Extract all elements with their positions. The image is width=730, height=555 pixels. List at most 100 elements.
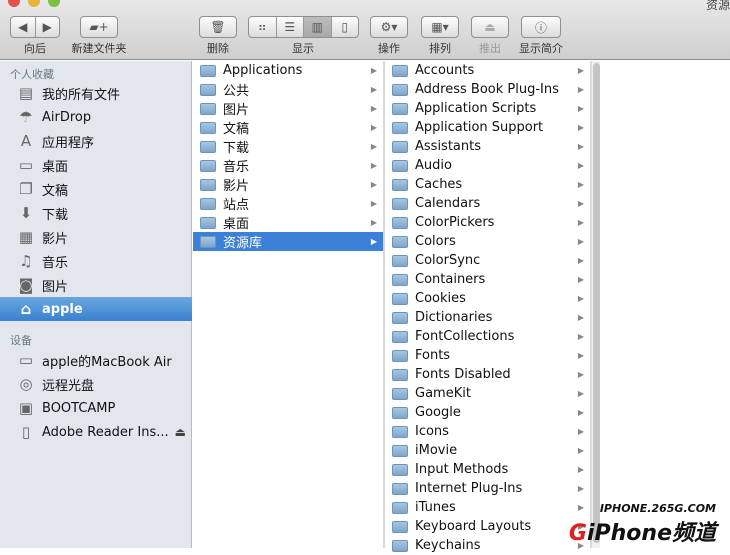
folder-icon xyxy=(200,64,216,77)
minimize-button[interactable] xyxy=(28,0,40,7)
folder-name: 图片 xyxy=(223,103,250,118)
folder-row[interactable]: iMovie ▶ xyxy=(385,441,590,460)
sidebar-item[interactable]: ▦ 影片 xyxy=(0,225,192,249)
sidebar-item-label: 音乐 xyxy=(42,255,69,271)
eject-button[interactable]: ⏏ xyxy=(471,16,509,38)
folder-icon xyxy=(392,349,408,362)
folder-name: Audio xyxy=(415,158,452,173)
column-view-button[interactable]: ▥ xyxy=(304,17,332,37)
forward-button[interactable]: ▶ xyxy=(36,17,60,37)
sidebar-item-label: 我的所有文件 xyxy=(42,87,121,103)
sidebar-item-label: 文稿 xyxy=(42,183,69,199)
folder-row[interactable]: ColorPickers ▶ xyxy=(385,213,590,232)
folder-name: FontCollections xyxy=(415,329,515,344)
arrange-button[interactable]: ▦▾ xyxy=(421,16,459,38)
new-folder-button[interactable]: ▰+ xyxy=(80,16,118,38)
folder-row[interactable]: Google ▶ xyxy=(385,403,590,422)
folder-row[interactable]: 下载 ▶ xyxy=(193,137,383,156)
sidebar-item[interactable]: ▤ 我的所有文件 xyxy=(0,81,192,105)
sidebar-item[interactable]: ♫ 音乐 xyxy=(0,249,192,273)
folder-row[interactable]: Application Support ▶ xyxy=(385,118,590,137)
sidebar-item[interactable]: ▭ 桌面 xyxy=(0,153,192,177)
folder-name: Application Support xyxy=(415,120,544,135)
sidebar-item[interactable]: ▭ apple的MacBook Air xyxy=(0,348,192,372)
sidebar-item[interactable]: ⬇ 下载 xyxy=(0,201,192,225)
folder-row[interactable]: Icons ▶ xyxy=(385,422,590,441)
sidebar-item[interactable]: ❐ 文稿 xyxy=(0,177,192,201)
folder-row[interactable]: iTunes ▶ xyxy=(385,498,590,517)
folder-row[interactable]: 桌面 ▶ xyxy=(193,213,383,232)
folder-row[interactable]: GameKit ▶ xyxy=(385,384,590,403)
eject-icon[interactable]: ⏏ xyxy=(175,425,186,439)
scrollbar[interactable] xyxy=(591,61,600,548)
folder-icon xyxy=(200,235,216,248)
delete-label: 删除 xyxy=(207,42,229,55)
sidebar-item[interactable]: ◙ 图片 xyxy=(0,273,192,297)
folder-row[interactable]: Application Scripts ▶ xyxy=(385,99,590,118)
disclosure-arrow-icon: ▶ xyxy=(577,370,584,379)
close-button[interactable] xyxy=(8,0,20,7)
list-view-button[interactable]: ☰ xyxy=(277,17,304,37)
disclosure-arrow-icon: ▶ xyxy=(577,85,584,94)
folder-row[interactable]: 资源库 ▶ xyxy=(193,232,383,251)
folder-row[interactable]: Applications ▶ xyxy=(193,61,383,80)
folder-name: Application Scripts xyxy=(415,101,537,116)
folder-row[interactable]: Cookies ▶ xyxy=(385,289,590,308)
folder-row[interactable]: Dictionaries ▶ xyxy=(385,308,590,327)
folder-row[interactable]: Keychains ▶ xyxy=(385,536,590,555)
folder-row[interactable]: 音乐 ▶ xyxy=(193,156,383,175)
disclosure-arrow-icon: ▶ xyxy=(370,104,377,113)
disclosure-arrow-icon: ▶ xyxy=(370,218,377,227)
sidebar-item[interactable]: ▣ BOOTCAMP xyxy=(0,396,192,420)
folder-row[interactable]: Assistants ▶ xyxy=(385,137,590,156)
folder-icon xyxy=(392,235,408,248)
trash-icon: 🗑 xyxy=(210,20,226,34)
icon-view-button[interactable]: ⠶ xyxy=(249,17,277,37)
action-button[interactable]: ⚙▾ xyxy=(370,16,408,38)
folder-row[interactable]: ColorSync ▶ xyxy=(385,251,590,270)
coverflow-view-button[interactable]: ▯ xyxy=(332,17,359,37)
folder-row[interactable]: 文稿 ▶ xyxy=(193,118,383,137)
folder-icon xyxy=(392,539,408,552)
sidebar-item[interactable]: ▯ Adobe Reader Ins... ⏏ xyxy=(0,420,192,444)
folder-row[interactable]: Caches ▶ xyxy=(385,175,590,194)
folder-row[interactable]: 公共 ▶ xyxy=(193,80,383,99)
delete-button[interactable]: 🗑 xyxy=(199,16,237,38)
folder-row[interactable]: Keyboard Layouts ▶ xyxy=(385,517,590,536)
folder-name: Fonts Disabled xyxy=(415,367,511,382)
folder-icon xyxy=(392,406,408,419)
folder-row[interactable]: Input Methods ▶ xyxy=(385,460,590,479)
column-library: Accounts ▶ Address Book Plug-Ins ▶ Applicati… xyxy=(384,61,591,553)
folder-icon xyxy=(392,368,408,381)
sidebar-item[interactable]: ◎ 远程光盘 xyxy=(0,372,192,396)
all-files-icon: ▤ xyxy=(18,84,34,102)
sidebar-item[interactable]: ⌂ apple xyxy=(0,297,192,321)
folder-name: Address Book Plug-Ins xyxy=(415,82,559,97)
folder-row[interactable]: Calendars ▶ xyxy=(385,194,590,213)
folder-row[interactable]: Audio ▶ xyxy=(385,156,590,175)
gear-icon: ⚙▾ xyxy=(380,20,398,34)
folder-row[interactable]: Colors ▶ xyxy=(385,232,590,251)
zoom-button[interactable] xyxy=(48,0,60,7)
view-control[interactable]: ⠶ ☰ ▥ ▯ xyxy=(248,16,359,38)
folder-row[interactable]: Fonts ▶ xyxy=(385,346,590,365)
view-label: 显示 xyxy=(292,42,314,55)
folder-row[interactable]: Accounts ▶ xyxy=(385,61,590,80)
folder-row[interactable]: Containers ▶ xyxy=(385,270,590,289)
folder-row[interactable]: Internet Plug-Ins ▶ xyxy=(385,479,590,498)
info-button[interactable]: ⓘ xyxy=(521,16,561,38)
sidebar-item[interactable]: A 应用程序 xyxy=(0,129,192,153)
folder-row[interactable]: Fonts Disabled ▶ xyxy=(385,365,590,384)
movies-icon: ▦ xyxy=(18,228,34,246)
folder-row[interactable]: 影片 ▶ xyxy=(193,175,383,194)
home-icon: ⌂ xyxy=(20,300,32,318)
folder-row[interactable]: 图片 ▶ xyxy=(193,99,383,118)
folder-row[interactable]: FontCollections ▶ xyxy=(385,327,590,346)
scrollbar-thumb[interactable] xyxy=(593,63,600,543)
folder-icon xyxy=(392,159,408,172)
folder-row[interactable]: 站点 ▶ xyxy=(193,194,383,213)
folder-row[interactable]: Address Book Plug-Ins ▶ xyxy=(385,80,590,99)
back-forward-control[interactable]: ◀ ▶ xyxy=(10,16,60,38)
sidebar-item[interactable]: ☂ AirDrop xyxy=(0,105,192,129)
back-button[interactable]: ◀ xyxy=(11,17,36,37)
